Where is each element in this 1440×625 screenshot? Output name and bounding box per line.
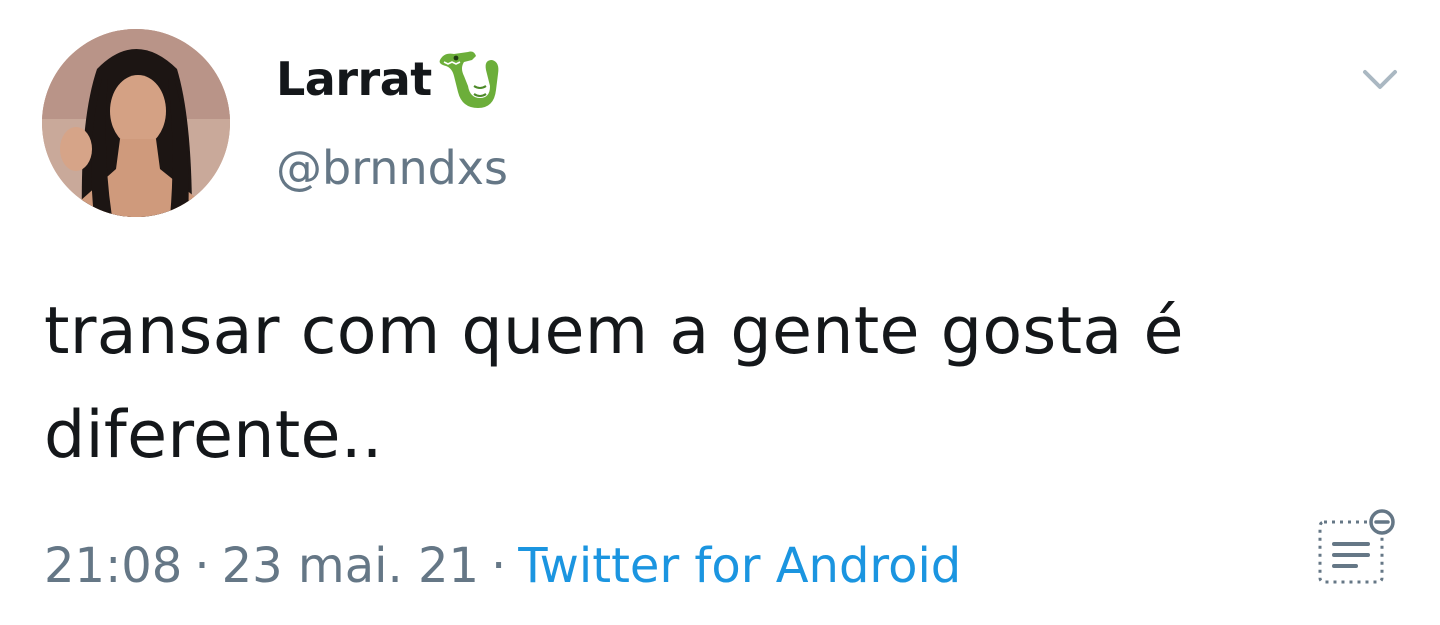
tweet-text: transar com quem a gente gosta é diferen…	[44, 294, 1184, 473]
tweet: Larrat @brnndxs transar com quem a gente…	[0, 0, 1440, 625]
author-handle[interactable]: @brnndxs	[276, 145, 508, 191]
tweet-activity-icon[interactable]	[1312, 508, 1398, 588]
author-name-row[interactable]: Larrat	[276, 44, 504, 114]
avatar[interactable]	[42, 29, 230, 217]
tweet-time[interactable]: 21:08	[44, 542, 182, 590]
tweet-source-link[interactable]: Twitter for Android	[518, 542, 961, 590]
crocodile-emoji-icon	[434, 46, 504, 112]
chevron-down-icon[interactable]	[1362, 68, 1398, 92]
display-name[interactable]: Larrat	[276, 56, 432, 102]
meta-separator: ·	[194, 538, 210, 594]
meta-separator: ·	[491, 538, 507, 594]
tweet-meta: 21:08 · 23 mai. 21 · Twitter for Android	[44, 536, 961, 596]
tweet-date[interactable]: 23 mai. 21	[222, 542, 479, 590]
